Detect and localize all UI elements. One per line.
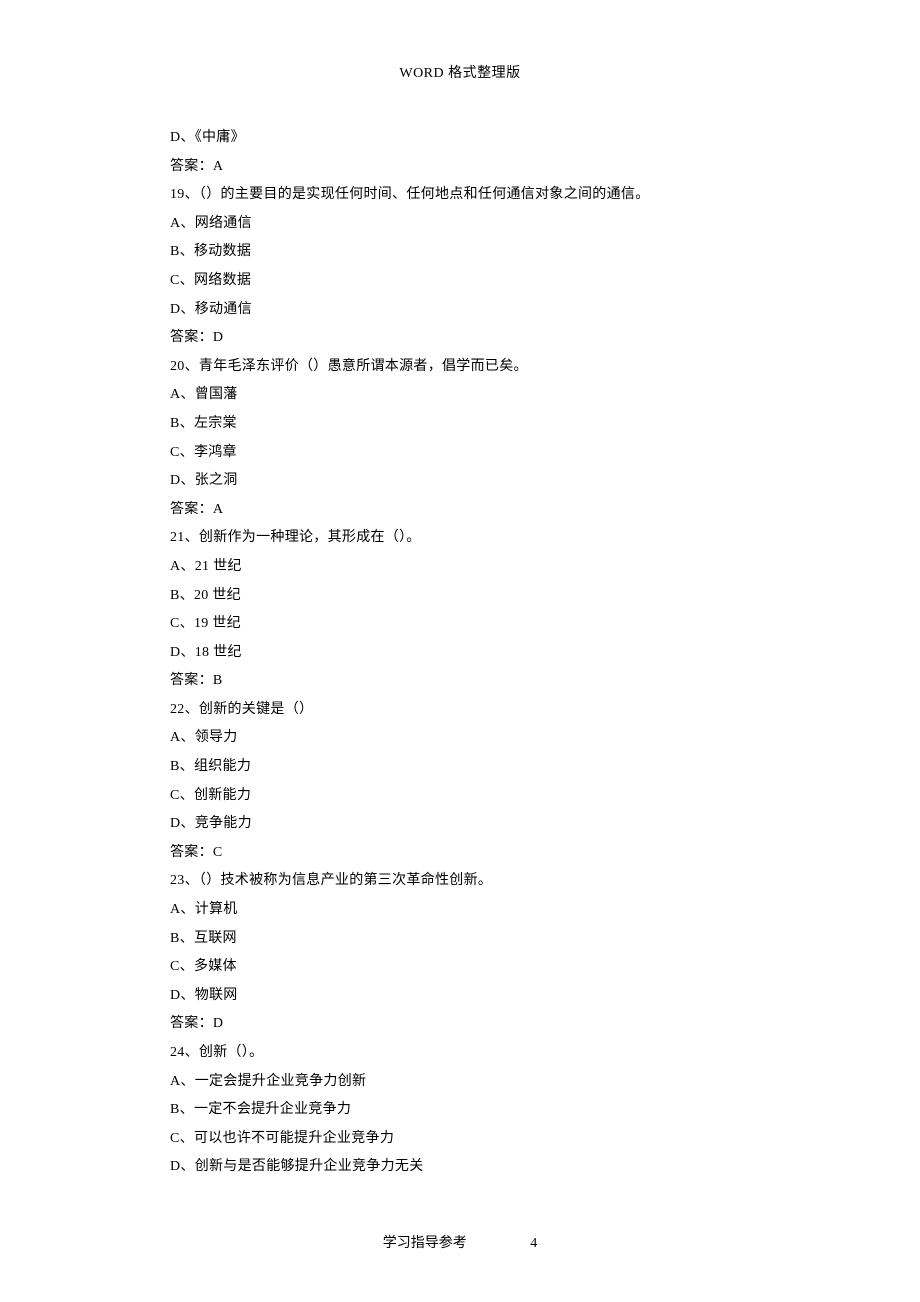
text-line: 20、青年毛泽东评价（）愚意所谓本源者，倡学而已矣。 xyxy=(170,353,800,382)
page-number: 4 xyxy=(530,1236,537,1252)
text-line: B、组织能力 xyxy=(170,753,800,782)
text-line: B、互联网 xyxy=(170,925,800,954)
text-line: A、计算机 xyxy=(170,896,800,925)
text-line: 21、创新作为一种理论，其形成在（）。 xyxy=(170,524,800,553)
footer-text: 学习指导参考 xyxy=(383,1236,467,1251)
text-line: 答案：A xyxy=(170,153,800,182)
text-line: A、网络通信 xyxy=(170,210,800,239)
text-line: D、张之洞 xyxy=(170,467,800,496)
text-line: A、21 世纪 xyxy=(170,553,800,582)
text-line: C、多媒体 xyxy=(170,953,800,982)
text-line: B、移动数据 xyxy=(170,238,800,267)
text-line: A、一定会提升企业竞争力创新 xyxy=(170,1068,800,1097)
page-footer: 学习指导参考 4 xyxy=(0,1232,920,1252)
text-line: C、19 世纪 xyxy=(170,610,800,639)
text-line: 19、（）的主要目的是实现任何时间、任何地点和任何通信对象之间的通信。 xyxy=(170,181,800,210)
text-line: A、曾国藩 xyxy=(170,381,800,410)
text-line: B、左宗棠 xyxy=(170,410,800,439)
text-line: B、20 世纪 xyxy=(170,582,800,611)
text-line: D、《中庸》 xyxy=(170,124,800,153)
text-line: 22、创新的关键是（） xyxy=(170,696,800,725)
text-line: D、物联网 xyxy=(170,982,800,1011)
text-line: 答案：D xyxy=(170,1010,800,1039)
text-line: C、可以也许不可能提升企业竞争力 xyxy=(170,1125,800,1154)
document-body: D、《中庸》 答案：A 19、（）的主要目的是实现任何时间、任何地点和任何通信对… xyxy=(0,82,920,1182)
text-line: D、竞争能力 xyxy=(170,810,800,839)
text-line: B、一定不会提升企业竞争力 xyxy=(170,1096,800,1125)
text-line: A、领导力 xyxy=(170,724,800,753)
text-line: 答案：D xyxy=(170,324,800,353)
text-line: D、移动通信 xyxy=(170,296,800,325)
text-line: C、网络数据 xyxy=(170,267,800,296)
text-line: D、创新与是否能够提升企业竞争力无关 xyxy=(170,1153,800,1182)
text-line: 答案：A xyxy=(170,496,800,525)
text-line: 答案：C xyxy=(170,839,800,868)
page-header: WORD 格式整理版 xyxy=(0,0,920,82)
text-line: 23、（）技术被称为信息产业的第三次革命性创新。 xyxy=(170,867,800,896)
text-line: C、创新能力 xyxy=(170,782,800,811)
text-line: 答案：B xyxy=(170,667,800,696)
text-line: 24、创新（）。 xyxy=(170,1039,800,1068)
text-line: C、李鸿章 xyxy=(170,439,800,468)
text-line: D、18 世纪 xyxy=(170,639,800,668)
